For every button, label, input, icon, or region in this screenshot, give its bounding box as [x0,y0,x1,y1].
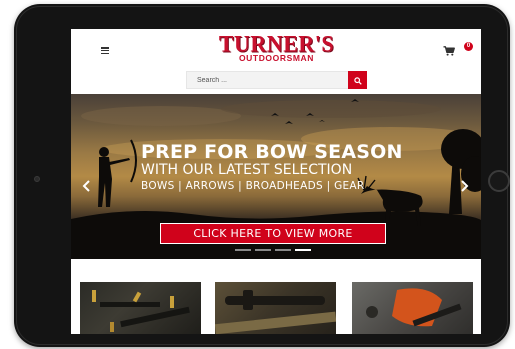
product-grid [71,259,481,334]
hero-headline: PREP FOR BOW SEASON [141,141,403,163]
tablet-frame: TURNER'S OUTDOORSMAN 0 Search ... PREP F… [14,4,510,347]
product-card-ammunition[interactable] [80,282,201,334]
camera-lens [34,176,40,182]
hero-subline: WITH OUR LATEST SELECTION [141,162,353,178]
logo-wordmark: TURNER'S [218,30,335,57]
hero-banner[interactable]: PREP FOR BOW SEASON WITH OUR LATEST SELE… [71,94,481,259]
slide-indicators [235,249,311,251]
website-screen: TURNER'S OUTDOORSMAN 0 Search ... PREP F… [71,29,481,334]
search-bar [186,71,367,89]
search-input[interactable] [186,71,348,89]
chevron-left-icon[interactable] [82,179,92,192]
hunting-gear-image [366,288,462,327]
product-card-hunting-gear[interactable] [352,282,473,334]
hero-categories: BOWS | ARROWS | BROADHEADS | GEAR [141,180,365,192]
home-button[interactable] [488,170,510,192]
slide-dot[interactable] [255,249,271,251]
site-logo[interactable]: TURNER'S OUTDOORSMAN [214,30,339,65]
slide-dot[interactable] [275,249,291,251]
search-icon [353,73,362,88]
site-header: TURNER'S OUTDOORSMAN 0 [71,29,481,94]
hamburger-menu-icon[interactable] [101,47,109,54]
rifle-scope-image [215,290,336,334]
view-more-button[interactable]: CLICK HERE TO VIEW MORE [160,223,386,244]
chevron-right-icon[interactable] [459,179,469,192]
ammunition-image [92,290,190,332]
shopping-cart-icon[interactable] [443,46,455,56]
product-card-rifle-scope[interactable] [215,282,336,334]
slide-dot-active[interactable] [295,249,311,251]
page: TURNER'S OUTDOORSMAN 0 Search ... PREP F… [0,0,515,349]
cart-count-badge: 0 [464,42,473,51]
search-button[interactable] [348,71,367,89]
hero-text-block: PREP FOR BOW SEASON WITH OUR LATEST SELE… [141,142,411,193]
slide-dot[interactable] [235,249,251,251]
